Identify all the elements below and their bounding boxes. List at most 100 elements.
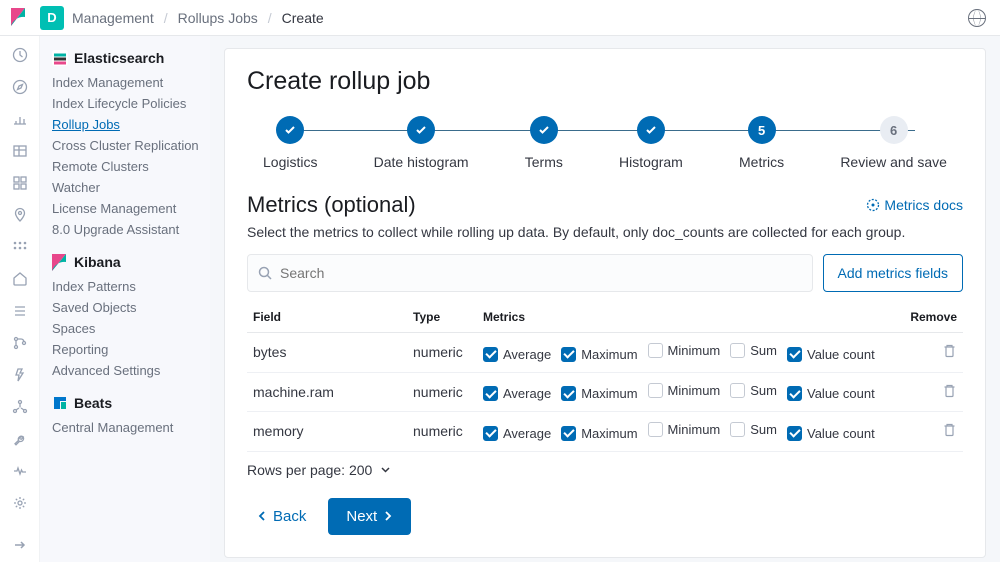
spark-icon[interactable] [11, 366, 29, 384]
pin-icon[interactable] [11, 206, 29, 224]
search-box[interactable] [247, 254, 813, 292]
dots-icon[interactable] [11, 238, 29, 256]
sidebar-item[interactable]: Advanced Settings [52, 360, 200, 381]
home-icon[interactable] [11, 270, 29, 288]
col-type[interactable]: Type [407, 300, 477, 333]
metric-checkbox[interactable]: Value count [787, 426, 875, 441]
metric-checkbox[interactable]: Maximum [561, 426, 637, 441]
trash-icon[interactable] [942, 343, 957, 358]
cell-metrics: Average Maximum Minimum Sum Value count [477, 333, 903, 373]
chevron-down-icon [380, 464, 391, 475]
checkbox-icon[interactable] [483, 347, 498, 362]
sidebar-section-title: Kibana [52, 254, 200, 270]
chart-icon[interactable] [11, 110, 29, 128]
checkbox-icon[interactable] [561, 386, 576, 401]
metric-label: Maximum [581, 426, 637, 441]
checkbox-icon[interactable] [483, 426, 498, 441]
metric-label: Average [503, 386, 551, 401]
collapse-icon[interactable] [11, 536, 29, 554]
checkbox-icon[interactable] [730, 383, 745, 398]
crumb-management[interactable]: Management [72, 10, 154, 26]
step-5[interactable]: 5 [748, 116, 776, 144]
node-icon[interactable] [11, 398, 29, 416]
branch-icon[interactable] [11, 334, 29, 352]
gear-icon[interactable] [11, 494, 29, 512]
metric-checkbox[interactable]: Minimum [648, 422, 721, 437]
sidebar-item[interactable]: Index Lifecycle Policies [52, 93, 200, 114]
metric-checkbox[interactable]: Average [483, 347, 551, 362]
sidebar-item[interactable]: Saved Objects [52, 297, 200, 318]
crumb-rollups[interactable]: Rollups Jobs [178, 10, 258, 26]
sidebar-item[interactable]: Central Management [52, 417, 200, 438]
checkbox-icon[interactable] [648, 383, 663, 398]
step-4[interactable] [637, 116, 665, 144]
rows-per-page[interactable]: Rows per page: 200 [247, 462, 963, 478]
metric-label: Maximum [581, 386, 637, 401]
metric-checkbox[interactable]: Minimum [648, 383, 721, 398]
heart-icon[interactable] [11, 462, 29, 480]
step-2[interactable] [407, 116, 435, 144]
back-button[interactable]: Back [247, 498, 316, 535]
metric-checkbox[interactable]: Maximum [561, 386, 637, 401]
clock-icon[interactable] [11, 46, 29, 64]
sidebar-item[interactable]: Watcher [52, 177, 200, 198]
trash-icon[interactable] [942, 422, 957, 437]
sidebar-item[interactable]: Spaces [52, 318, 200, 339]
grid-icon[interactable] [11, 142, 29, 160]
metric-checkbox[interactable]: Value count [787, 386, 875, 401]
step-1[interactable] [276, 116, 304, 144]
checkbox-icon[interactable] [787, 347, 802, 362]
step-3[interactable] [530, 116, 558, 144]
search-input[interactable] [280, 265, 802, 281]
metric-label: Value count [807, 347, 875, 362]
metric-checkbox[interactable]: Value count [787, 347, 875, 362]
compass-icon[interactable] [11, 78, 29, 96]
space-badge[interactable]: D [40, 6, 64, 30]
card: Create rollup job Logistics Date histogr… [224, 48, 986, 558]
next-button[interactable]: Next [328, 498, 411, 535]
metric-checkbox[interactable]: Sum [730, 383, 777, 398]
sidebar-item[interactable]: License Management [52, 198, 200, 219]
metric-checkbox[interactable]: Sum [730, 343, 777, 358]
checkbox-icon[interactable] [483, 386, 498, 401]
sidebar-item[interactable]: Rollup Jobs [52, 114, 200, 135]
cell-field: machine.ram [247, 372, 407, 412]
list-icon[interactable] [11, 302, 29, 320]
checkbox-icon[interactable] [730, 343, 745, 358]
checkbox-icon[interactable] [787, 426, 802, 441]
metric-label: Value count [807, 426, 875, 441]
chevron-right-icon [383, 510, 393, 522]
metric-checkbox[interactable]: Average [483, 426, 551, 441]
metric-label: Minimum [668, 343, 721, 358]
metric-checkbox[interactable]: Minimum [648, 343, 721, 358]
docs-link[interactable]: Metrics docs [866, 197, 963, 213]
metric-label: Average [503, 426, 551, 441]
add-metrics-button[interactable]: Add metrics fields [823, 254, 963, 292]
sidebar-item[interactable]: 8.0 Upgrade Assistant [52, 219, 200, 240]
step-6[interactable]: 6 [880, 116, 908, 144]
metrics-table: Field Type Metrics Remove bytesnumericAv… [247, 300, 963, 452]
dashboard-icon[interactable] [11, 174, 29, 192]
metric-checkbox[interactable]: Maximum [561, 347, 637, 362]
checkbox-icon[interactable] [648, 343, 663, 358]
wrench-icon[interactable] [11, 430, 29, 448]
kibana-logo[interactable] [8, 6, 32, 30]
checkbox-icon[interactable] [787, 386, 802, 401]
sidebar-item[interactable]: Index Management [52, 72, 200, 93]
col-field[interactable]: Field [247, 300, 407, 333]
sidebar-item[interactable]: Reporting [52, 339, 200, 360]
cell-type: numeric [407, 412, 477, 452]
step-1-label: Logistics [263, 154, 317, 170]
sidebar-item[interactable]: Remote Clusters [52, 156, 200, 177]
metric-checkbox[interactable]: Sum [730, 422, 777, 437]
sidebar-item[interactable]: Cross Cluster Replication [52, 135, 200, 156]
checkbox-icon[interactable] [561, 426, 576, 441]
checkbox-icon[interactable] [648, 422, 663, 437]
checkbox-icon[interactable] [730, 422, 745, 437]
cell-type: numeric [407, 333, 477, 373]
checkbox-icon[interactable] [561, 347, 576, 362]
trash-icon[interactable] [942, 383, 957, 398]
metric-checkbox[interactable]: Average [483, 386, 551, 401]
globe-icon[interactable] [968, 9, 986, 27]
sidebar-item[interactable]: Index Patterns [52, 276, 200, 297]
